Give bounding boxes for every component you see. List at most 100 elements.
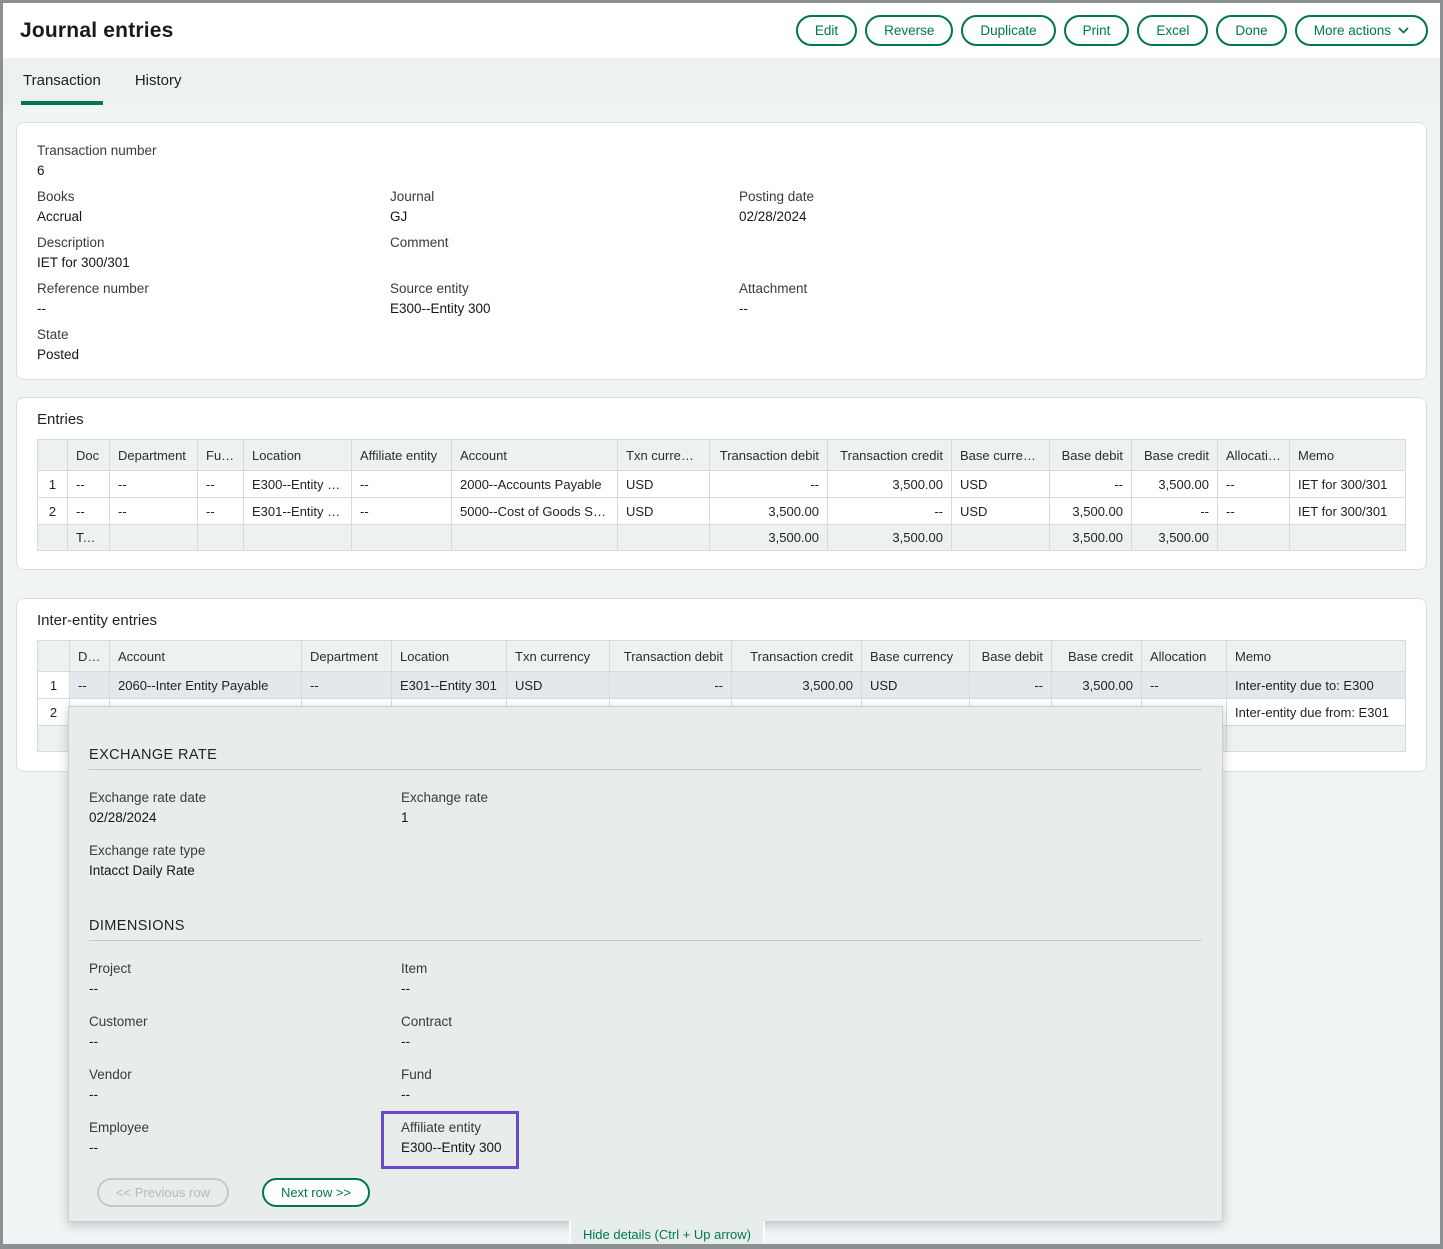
field-value: -- xyxy=(37,301,390,317)
field-label: Exchange rate xyxy=(401,790,1202,806)
field-value: Intacct Daily Rate xyxy=(89,863,401,879)
field-label: Source entity xyxy=(390,281,739,297)
field-source-entity: Source entity E300--Entity 300 xyxy=(390,281,739,327)
field-value: 02/28/2024 xyxy=(739,209,1406,225)
table-cell: IET for 300/301 xyxy=(1290,498,1406,525)
field-label: Contract xyxy=(401,1014,1202,1030)
done-button[interactable]: Done xyxy=(1216,15,1286,46)
field-customer: Customer -- xyxy=(89,1014,401,1053)
field-label: Posting date xyxy=(739,189,1406,205)
table-cell xyxy=(1227,726,1406,752)
page-title: Journal entries xyxy=(20,19,174,43)
field-value: -- xyxy=(89,981,401,997)
column-header: Department xyxy=(110,440,198,471)
table-cell: IET for 300/301 xyxy=(1290,471,1406,498)
table-cell: 3,500.00 xyxy=(1052,672,1142,699)
table-cell: 3,500.00 xyxy=(1050,498,1132,525)
field-value: Posted xyxy=(37,347,390,363)
field-value: IET for 300/301 xyxy=(37,255,390,271)
field-description: Description IET for 300/301 xyxy=(37,235,390,281)
field-label: Exchange rate date xyxy=(89,790,401,806)
table-row: 2------E301--Entity 301--5000--Cost of G… xyxy=(38,498,1406,525)
duplicate-button[interactable]: Duplicate xyxy=(961,15,1055,46)
more-actions-button[interactable]: More actions xyxy=(1295,15,1428,46)
field-label: Project xyxy=(89,961,401,977)
field-label: Customer xyxy=(89,1014,401,1030)
field-value: Accrual xyxy=(37,209,390,225)
field-affiliate-entity: Affiliate entity E300--Entity 300 xyxy=(401,1120,1202,1159)
field-label: Item xyxy=(401,961,1202,977)
column-header: Account xyxy=(110,641,302,672)
table-cell: USD xyxy=(618,498,710,525)
field-exchange-rate-type: Exchange rate type Intacct Daily Rate xyxy=(89,843,401,882)
edit-button[interactable]: Edit xyxy=(796,15,857,46)
table-cell xyxy=(618,525,710,551)
table-cell: -- xyxy=(1218,471,1290,498)
field-label: Vendor xyxy=(89,1067,401,1083)
tab-transaction[interactable]: Transaction xyxy=(21,58,103,105)
field-posting-date: Posting date 02/28/2024 xyxy=(739,189,1406,235)
inter-entity-title: Inter-entity entries xyxy=(37,612,1406,629)
field-employee: Employee -- xyxy=(89,1120,401,1159)
column-header: Department xyxy=(302,641,392,672)
table-cell xyxy=(452,525,618,551)
field-label: Reference number xyxy=(37,281,390,297)
field-label: Books xyxy=(37,189,390,205)
next-row-button[interactable]: Next row >> xyxy=(262,1178,370,1207)
print-button[interactable]: Print xyxy=(1064,15,1130,46)
row-number-cell: 1 xyxy=(38,471,68,498)
exchange-rate-fields: Exchange rate date 02/28/2024 Exchange r… xyxy=(89,790,1202,882)
column-header: Doc xyxy=(70,641,110,672)
table-cell: -- xyxy=(1142,672,1227,699)
column-header: Base currency xyxy=(952,440,1050,471)
field-label: Affiliate entity xyxy=(401,1120,502,1136)
table-cell xyxy=(244,525,352,551)
column-header: Location xyxy=(392,641,507,672)
column-header xyxy=(38,641,70,672)
table-cell: 3,500.00 xyxy=(710,498,828,525)
table-cell: -- xyxy=(1132,498,1218,525)
column-header: Affiliate entity xyxy=(352,440,452,471)
section-divider xyxy=(89,769,1202,770)
table-row[interactable]: 1--2060--Inter Entity Payable--E301--Ent… xyxy=(38,672,1406,699)
table-cell: E300--Entity 300 xyxy=(244,471,352,498)
table-cell: 2000--Accounts Payable xyxy=(452,471,618,498)
field-attachment: Attachment -- xyxy=(739,281,1406,327)
hide-details-tab[interactable]: Hide details (Ctrl + Up arrow) xyxy=(569,1221,765,1247)
field-value: -- xyxy=(401,1034,1202,1050)
row-number-cell xyxy=(38,525,68,551)
field-label: Attachment xyxy=(739,281,1406,297)
field-project: Project -- xyxy=(89,961,401,1000)
table-cell: USD xyxy=(952,498,1050,525)
column-header: Base currency xyxy=(862,641,970,672)
field-value: -- xyxy=(89,1034,401,1050)
column-header: Base debit xyxy=(1050,440,1132,471)
field-label: Transaction number xyxy=(37,143,390,159)
field-value xyxy=(390,255,739,271)
table-cell: -- xyxy=(110,471,198,498)
table-cell xyxy=(952,525,1050,551)
column-header: Txn currency xyxy=(507,641,610,672)
column-header: Account xyxy=(452,440,618,471)
table-cell: 3,500.00 xyxy=(710,525,828,551)
more-actions-label: More actions xyxy=(1314,23,1391,38)
column-header: Transaction debit xyxy=(710,440,828,471)
column-header: Base credit xyxy=(1132,440,1218,471)
column-header: Location xyxy=(244,440,352,471)
column-header: Allocation xyxy=(1218,440,1290,471)
excel-button[interactable]: Excel xyxy=(1137,15,1208,46)
table-row: 1------E300--Entity 300--2000--Accounts … xyxy=(38,471,1406,498)
table-cell: -- xyxy=(970,672,1052,699)
previous-row-button[interactable]: << Previous row xyxy=(97,1178,229,1207)
total-row: Total3,500.003,500.003,500.003,500.00 xyxy=(38,525,1406,551)
reverse-button[interactable]: Reverse xyxy=(865,15,953,46)
table-cell: -- xyxy=(302,672,392,699)
dimensions-fields: Project -- Item -- Customer -- Contract … xyxy=(89,961,1202,1159)
field-value: -- xyxy=(401,981,1202,997)
table-cell: USD xyxy=(618,471,710,498)
field-value: -- xyxy=(89,1140,401,1156)
table-cell: -- xyxy=(352,498,452,525)
tab-history[interactable]: History xyxy=(133,58,184,105)
table-cell: -- xyxy=(198,498,244,525)
table-cell: -- xyxy=(70,672,110,699)
